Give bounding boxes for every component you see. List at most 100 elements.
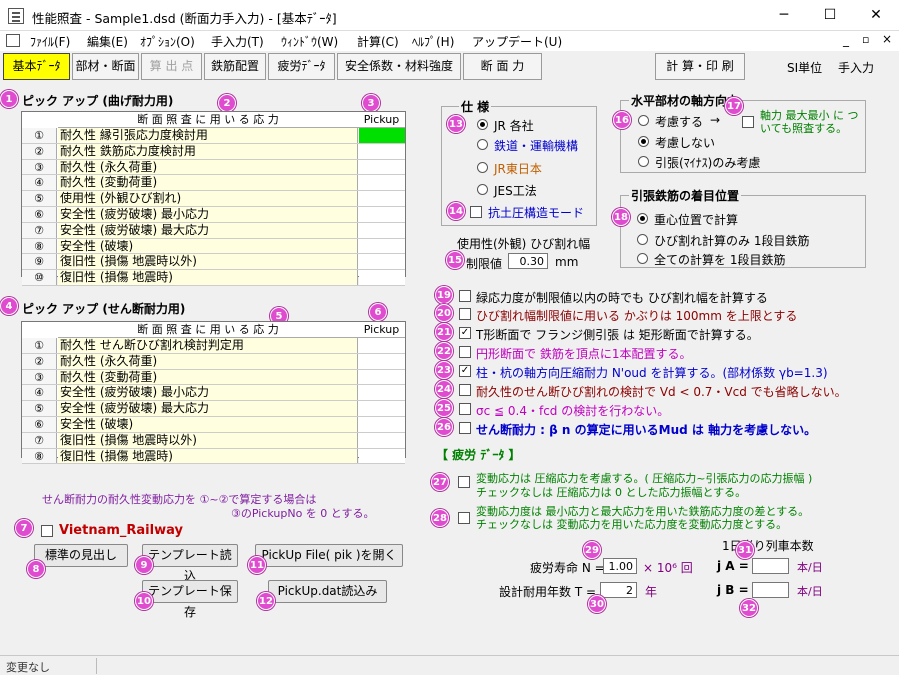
standard-heading-button[interactable]: 標準の見出し <box>34 544 128 567</box>
pick2-pickup-cell[interactable] <box>359 401 405 416</box>
menu-edit[interactable]: 編集(E) <box>87 33 128 50</box>
menu-file[interactable]: ﾌｧｲﾙ(F) <box>30 33 70 50</box>
option-checkbox[interactable] <box>459 384 471 396</box>
rebar-radio-crack[interactable] <box>637 234 648 245</box>
spec-radio-jes[interactable] <box>477 184 488 195</box>
callout-19: 19 <box>435 286 453 304</box>
menu-window[interactable]: ｳｨﾝﾄﾞｳ(W) <box>281 33 338 50</box>
pick2-pickup-cell[interactable] <box>359 417 405 432</box>
option-checkbox[interactable] <box>459 308 471 320</box>
option-checkbox[interactable]: ✓ <box>459 365 471 377</box>
pickup-open-button[interactable]: PickUp File( pik )を開く <box>255 544 403 567</box>
spec-radio-jr[interactable] <box>477 119 488 130</box>
crack-limit-input[interactable]: 0.30 <box>508 253 548 269</box>
vietnam-checkbox[interactable] <box>41 525 53 537</box>
callout-31: 31 <box>736 541 754 559</box>
template-read-button[interactable]: テンプレート読込 <box>142 544 238 583</box>
pick1-pickup-cell[interactable] <box>359 175 405 191</box>
option-checkbox[interactable] <box>459 403 471 415</box>
pick1-pickup-cell[interactable] <box>359 191 405 206</box>
design-life-input[interactable]: 2 <box>600 582 637 598</box>
pick1-row: ④ 耐久性 (変動荷重) <box>22 175 405 192</box>
pick2-row-label: 耐久性 せん断ひび割れ検討判定用 <box>58 338 358 353</box>
pick2-pickup-cell[interactable] <box>359 369 405 385</box>
pick1-pickup-cell[interactable] <box>359 222 405 238</box>
tab-rebar[interactable]: 鉄筋配置 <box>204 53 266 80</box>
callout-17: 17 <box>725 97 743 115</box>
pick2-pickup-cell[interactable] <box>359 432 405 448</box>
pickup-dat-button[interactable]: PickUp.dat読込み <box>268 580 387 603</box>
mdi-minimize-button[interactable]: _ <box>843 33 849 47</box>
pick1-pickup-cell[interactable] <box>359 159 405 175</box>
status-text: 変更なし <box>6 661 50 674</box>
menu-manual[interactable]: 手入力(T) <box>211 33 264 50</box>
pick1-row: ⑤ 使用性 (外観ひび割れ) <box>22 191 405 207</box>
pick2-pk-header: Pickup No. <box>358 322 405 351</box>
template-save-button[interactable]: テンプレート保存 <box>142 580 238 619</box>
client-area: 1 ピック アップ (曲げ耐力用) 2 3 断 面 照 査 に 用 い る 応 … <box>0 83 899 655</box>
axial-radio-ignore[interactable] <box>638 136 649 147</box>
vietnam-label: Vietnam_Railway <box>59 523 183 538</box>
axial-arrow: → <box>710 113 721 127</box>
pick2-row-number: ⑥ <box>22 417 57 432</box>
menu-calc[interactable]: 計算(C) <box>357 33 399 50</box>
pick1-row: ⑥ 安全性 (疲労破壊) 最小応力 <box>22 207 405 223</box>
close-button[interactable]: ✕ <box>853 0 899 31</box>
callout-25: 25 <box>435 399 453 417</box>
earth-pressure-checkbox[interactable] <box>470 206 482 218</box>
pick2-row-number: ② <box>22 353 57 369</box>
pick2-pickup-cell[interactable] <box>359 353 405 369</box>
tab-fatigue[interactable]: 疲労ﾃﾞｰﾀ <box>268 53 335 80</box>
axial-minmax-label: 軸力 最大最小 に ついても照査する。 <box>760 109 859 135</box>
pick2-pickup-cell[interactable] <box>359 448 405 464</box>
tab-safety-material[interactable]: 安全係数・材料強度 <box>337 53 461 80</box>
spec-radio-jrtt[interactable] <box>477 139 488 150</box>
ja-input[interactable] <box>752 558 789 574</box>
pick2-pickup-cell[interactable] <box>359 385 405 401</box>
pick1-pk-header: Pickup No. <box>358 112 405 141</box>
tab-section-force[interactable]: 断 面 力 <box>463 53 542 80</box>
rebar-radio-all[interactable] <box>637 253 648 264</box>
fatigue-life-input[interactable]: 1.00 <box>603 558 637 574</box>
pick1-pickup-cell[interactable] <box>359 143 405 159</box>
rebar-radio-centroid[interactable] <box>637 213 648 224</box>
jb-input[interactable] <box>752 582 789 598</box>
pick2-row-label: 耐久性 (変動荷重) <box>58 369 358 385</box>
rebar-title: 引張鉄筋の着目位置 <box>629 187 742 204</box>
pick1-pickup-cell[interactable] <box>359 254 405 270</box>
pick1-pickup-cell[interactable] <box>359 207 405 222</box>
tab-member-section[interactable]: 部材・断面 <box>72 53 139 80</box>
pick1-pickup-cell[interactable] <box>359 238 405 254</box>
option-label: 柱・杭の軸方向圧縮耐力 N'oud を計算する。(部材係数 γb=1.3) <box>476 366 828 380</box>
tab-basic-data[interactable]: 基本ﾃﾞｰﾀ <box>3 53 70 80</box>
jb-label: j B = <box>717 583 749 597</box>
mdi-close-button[interactable]: × <box>882 32 892 46</box>
axial-radio-consider[interactable] <box>638 115 649 126</box>
pick1-pickup-cell[interactable] <box>359 270 405 285</box>
pick1-pickup-cell[interactable] <box>359 128 405 143</box>
pick2-row-label: 安全性 (疲労破壊) 最小応力 <box>58 385 358 401</box>
maximize-button[interactable]: ☐ <box>807 0 853 31</box>
axial-minmax-checkbox[interactable] <box>742 116 754 128</box>
option-checkbox[interactable] <box>459 422 471 434</box>
fatigue-diff-checkbox[interactable] <box>458 512 470 524</box>
mdi-restore-button[interactable]: ▫ <box>862 33 869 46</box>
pick2-pickup-cell[interactable] <box>359 338 405 353</box>
callout-4: 4 <box>0 297 18 315</box>
option-checkbox[interactable] <box>459 290 471 302</box>
minimize-button[interactable]: ─ <box>761 0 807 31</box>
tab-calc-point[interactable]: 算 出 点 <box>141 53 202 80</box>
window-title: 性能照査 - Sample1.dsd (断面力手入力) - [基本ﾃﾞｰﾀ] <box>32 11 337 26</box>
axial-radio-tension[interactable] <box>638 156 649 167</box>
callout-8: 8 <box>27 560 45 578</box>
menu-option[interactable]: ｵﾌﾟｼｮﾝ(O) <box>140 33 195 50</box>
option-checkbox[interactable] <box>459 346 471 358</box>
callout-30: 30 <box>588 595 606 613</box>
menu-update[interactable]: アップデート(U) <box>472 33 562 50</box>
option-checkbox[interactable]: ✓ <box>459 327 471 339</box>
pick2-grid: 断 面 照 査 に 用 い る 応 力 Pickup No. ①耐久性 せん断ひ… <box>21 321 406 465</box>
menu-help[interactable]: ﾍﾙﾌﾟ(H) <box>412 33 454 50</box>
calc-print-button[interactable]: 計 算・印 刷 <box>655 53 745 80</box>
spec-radio-jre[interactable] <box>477 162 488 173</box>
fatigue-compression-checkbox[interactable] <box>458 476 470 488</box>
